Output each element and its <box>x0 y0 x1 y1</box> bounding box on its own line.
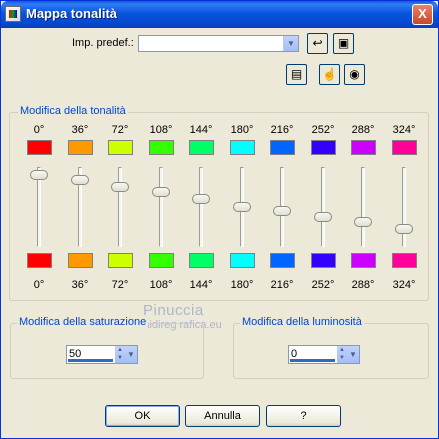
hue-bottom-swatch <box>68 253 93 268</box>
hue-slider-track[interactable] <box>118 167 122 247</box>
hue-top-label: 216° <box>270 124 294 136</box>
hue-top-swatch <box>27 140 52 155</box>
cancel-button[interactable]: Annulla <box>185 405 260 427</box>
hue-top-label: 0° <box>33 124 45 136</box>
luminosity-spinbox[interactable]: 0 ▲ ▼ ▼ <box>288 345 360 364</box>
hue-bottom-label: 288° <box>351 279 375 291</box>
hue-bottom-label: 0° <box>33 279 45 291</box>
hue-slider-thumb[interactable] <box>233 202 251 212</box>
hue-bottom-label: 72° <box>111 279 129 291</box>
luminosity-underline <box>290 359 335 362</box>
window-title: Mappa tonalità <box>26 6 118 21</box>
hue-bottom-label: 36° <box>71 279 89 291</box>
hue-slider-track[interactable] <box>402 167 406 247</box>
ok-button[interactable]: OK <box>105 405 180 427</box>
hue-top-label: 324° <box>392 124 416 136</box>
saturation-chevron-down-icon[interactable]: ▼ <box>125 346 137 363</box>
proof-button[interactable]: ☝ <box>319 64 340 85</box>
floppy-disk-icon: ▣ <box>337 36 350 50</box>
hue-top-swatch <box>108 140 133 155</box>
reset-button[interactable]: ↩ <box>307 33 328 54</box>
hue-bottom-swatch <box>149 253 174 268</box>
hue-slider-thumb[interactable] <box>273 206 291 216</box>
preview-button[interactable]: ◉ <box>344 64 365 85</box>
dialog-window: Mappa tonalità X Imp. predef.: ▼ ↩ ▣ ▤ ☝… <box>0 0 439 439</box>
hue-bottom-label: 108° <box>149 279 173 291</box>
preview-window-button[interactable]: ▤ <box>286 64 307 85</box>
hue-slider-thumb[interactable] <box>152 187 170 197</box>
hue-top-label: 288° <box>351 124 375 136</box>
hue-slider-track[interactable] <box>159 167 163 247</box>
hue-bottom-swatch <box>311 253 336 268</box>
hue-bottom-swatch <box>230 253 255 268</box>
hue-slider-thumb[interactable] <box>314 212 332 222</box>
luminosity-chevron-down-icon[interactable]: ▼ <box>347 346 359 363</box>
hue-top-label: 108° <box>149 124 173 136</box>
chevron-down-icon[interactable]: ▼ <box>283 36 298 51</box>
hue-top-swatch <box>189 140 214 155</box>
hue-slider-thumb[interactable] <box>30 170 48 180</box>
hue-bottom-label: 144° <box>189 279 213 291</box>
hue-slider-thumb[interactable] <box>192 194 210 204</box>
luminosity-group-title: Modifica della luminosità <box>240 316 364 328</box>
window-icon: ▤ <box>290 67 303 81</box>
hue-slider-thumb[interactable] <box>395 224 413 234</box>
hue-slider-track[interactable] <box>199 167 203 247</box>
close-button[interactable]: X <box>412 4 433 25</box>
hue-bottom-swatch <box>270 253 295 268</box>
hue-bottom-label: 324° <box>392 279 416 291</box>
hue-top-swatch <box>311 140 336 155</box>
hue-bottom-swatch <box>108 253 133 268</box>
hue-top-swatch <box>270 140 295 155</box>
hue-top-swatch <box>68 140 93 155</box>
hue-top-swatch <box>351 140 376 155</box>
title-bar[interactable]: Mappa tonalità X <box>1 1 438 28</box>
hue-top-swatch <box>230 140 255 155</box>
luminosity-up-down-icon[interactable]: ▲ ▼ <box>337 346 347 363</box>
saturation-spinbox[interactable]: 50 ▲ ▼ ▼ <box>66 345 138 364</box>
hue-slider-track[interactable] <box>321 167 325 247</box>
hue-bottom-swatch <box>189 253 214 268</box>
hue-group-title: Modifica della tonalità <box>18 105 128 117</box>
hue-top-swatch <box>149 140 174 155</box>
watermark-name: Pinuccia <box>143 302 204 319</box>
hue-top-label: 180° <box>230 124 254 136</box>
undo-arrow-icon: ↩ <box>312 36 323 50</box>
hue-bottom-label: 252° <box>311 279 335 291</box>
hue-bottom-label: 216° <box>270 279 294 291</box>
hue-slider-thumb[interactable] <box>71 175 89 185</box>
hue-top-label: 252° <box>311 124 335 136</box>
eye-icon: ◉ <box>349 67 360 81</box>
saturation-up-down-icon[interactable]: ▲ ▼ <box>115 346 125 363</box>
hue-top-label: 36° <box>71 124 89 136</box>
save-preset-button[interactable]: ▣ <box>333 33 354 54</box>
hue-bottom-label: 180° <box>230 279 254 291</box>
hue-top-swatch <box>392 140 417 155</box>
hue-bottom-swatch <box>351 253 376 268</box>
hue-bottom-swatch <box>27 253 52 268</box>
hue-slider-thumb[interactable] <box>354 217 372 227</box>
hue-top-label: 144° <box>189 124 213 136</box>
preset-label: Imp. predef.: <box>72 37 134 49</box>
app-icon <box>5 6 21 22</box>
saturation-group-title: Modifica della saturazione <box>17 316 149 328</box>
hue-top-label: 72° <box>111 124 129 136</box>
hue-slider-track[interactable] <box>361 167 365 247</box>
help-button[interactable]: ? <box>266 405 341 427</box>
hue-bottom-swatch <box>392 253 417 268</box>
saturation-underline <box>68 359 113 362</box>
hue-slider-thumb[interactable] <box>111 182 129 192</box>
hand-eye-icon: ☝ <box>322 67 337 81</box>
preset-combobox[interactable]: ▼ <box>138 35 299 52</box>
